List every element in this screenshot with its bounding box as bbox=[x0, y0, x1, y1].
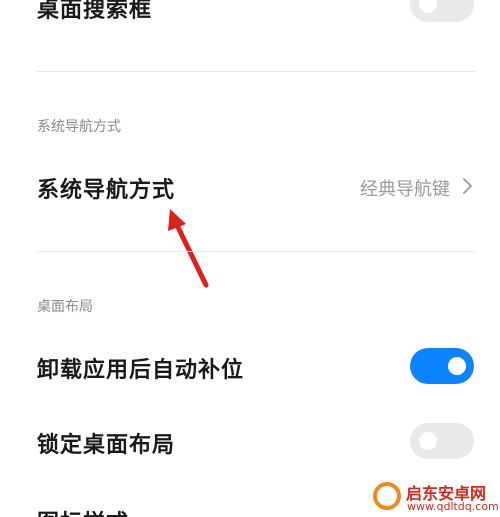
section-header-navigation: 系统导航方式 bbox=[37, 119, 121, 135]
settings-screen: 桌面搜索框 系统导航方式 系统导航方式 经典导航键 桌面布局 卸载应用后自动补位… bbox=[0, 0, 500, 517]
setting-title: 卸载应用后自动补位 bbox=[37, 358, 245, 383]
section-header-desktop-layout: 桌面布局 bbox=[37, 299, 93, 315]
divider bbox=[37, 251, 475, 252]
setting-title: 系统导航方式 bbox=[37, 178, 176, 203]
setting-title: 桌面搜索框 bbox=[37, 0, 153, 23]
setting-row-lock-layout[interactable]: 锁定桌面布局 bbox=[0, 415, 500, 467]
divider bbox=[37, 71, 475, 72]
setting-title: 锁定桌面布局 bbox=[37, 433, 176, 458]
watermark-logo-icon bbox=[373, 482, 401, 510]
nav-mode-value: 经典导航键 bbox=[360, 179, 450, 200]
auto-fill-toggle[interactable] bbox=[410, 348, 474, 384]
toggle-knob bbox=[419, 0, 437, 13]
red-arrow-icon bbox=[168, 209, 209, 288]
desktop-search-box-toggle[interactable] bbox=[410, 0, 474, 22]
chevron-right-icon bbox=[463, 178, 472, 194]
setting-title: 图标样式 bbox=[37, 505, 129, 517]
toggle-knob bbox=[419, 432, 437, 450]
setting-row-nav-mode[interactable]: 系统导航方式 经典导航键 bbox=[0, 160, 500, 212]
setting-row-desktop-search-box[interactable]: 桌面搜索框 bbox=[0, 0, 500, 32]
watermark-url: www.qdltdq.com bbox=[407, 500, 499, 513]
toggle-knob bbox=[448, 357, 466, 375]
lock-layout-toggle[interactable] bbox=[410, 423, 474, 459]
setting-row-auto-fill[interactable]: 卸载应用后自动补位 bbox=[0, 340, 500, 392]
watermark: 启东安卓网 www.qdltdq.com bbox=[370, 478, 500, 517]
